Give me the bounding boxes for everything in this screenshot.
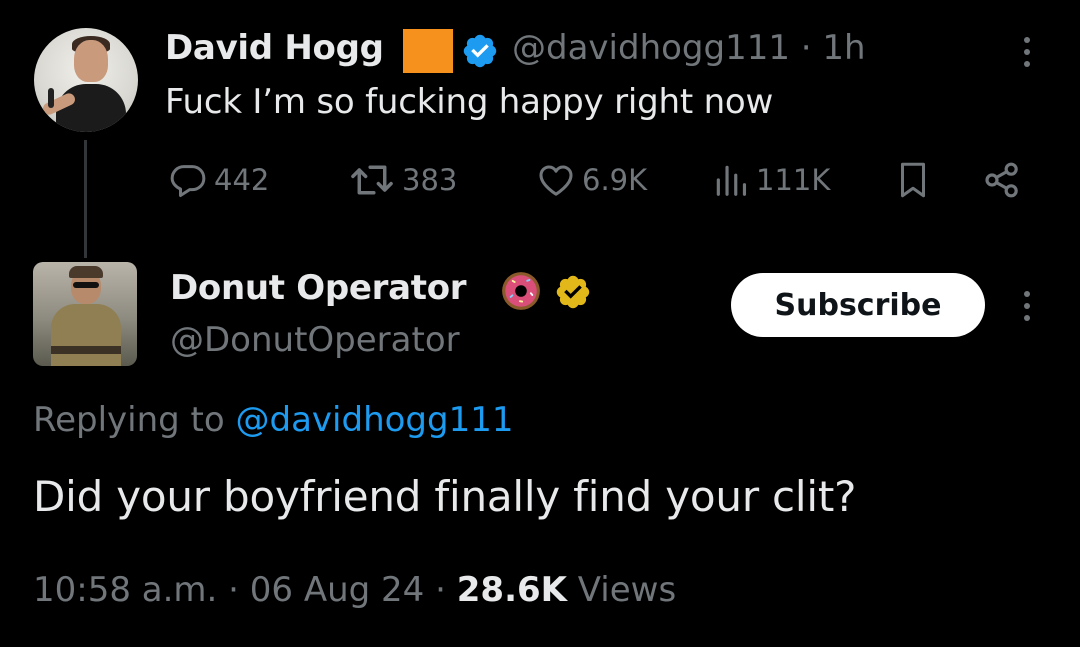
avatar-donut-operator[interactable] — [33, 262, 137, 366]
repost-count: 383 — [402, 163, 458, 197]
like-count: 6.9K — [582, 163, 648, 197]
views-button[interactable]: 111K — [712, 160, 830, 200]
share-button[interactable] — [980, 160, 1024, 200]
share-icon — [985, 162, 1018, 198]
flag-emoji-icon — [403, 29, 453, 73]
author-handle-and-time[interactable]: @davidhogg111 · 1h — [512, 28, 866, 68]
more-icon[interactable] — [1012, 32, 1042, 72]
reply-button[interactable]: 442 — [168, 160, 269, 200]
views-count: 28.6K — [456, 570, 567, 610]
reply-icon — [170, 165, 206, 197]
verified-gold-icon — [556, 275, 590, 309]
thread-line — [84, 140, 87, 258]
subscribe-button[interactable]: Subscribe — [731, 273, 985, 337]
avatar-david-hogg[interactable] — [34, 28, 138, 132]
like-button[interactable]: 6.9K — [536, 160, 647, 200]
replying-to: Replying to @davidhogg111 — [33, 400, 514, 440]
repost-button[interactable]: 383 — [348, 160, 457, 200]
donut-icon — [502, 272, 540, 310]
repost-icon — [351, 165, 393, 195]
more-icon[interactable] — [1012, 286, 1042, 326]
reply-text: Did your boyfriend finally find your cli… — [33, 472, 857, 521]
like-icon — [539, 165, 573, 196]
views-label: Views — [577, 570, 677, 610]
author-name[interactable]: David Hogg — [165, 28, 384, 68]
bookmark-button[interactable] — [895, 160, 931, 200]
verified-blue-icon — [463, 34, 497, 68]
reply-author-handle[interactable]: @DonutOperator — [170, 320, 460, 360]
reply-author-name[interactable]: Donut Operator — [170, 268, 467, 308]
tweet-text: Fuck I’m so fucking happy right now — [165, 82, 774, 122]
views-icon — [716, 165, 747, 196]
timestamp[interactable]: 10:58 a.m. · 06 Aug 24 · — [33, 570, 446, 610]
bookmark-icon — [901, 162, 925, 198]
reply-count: 442 — [214, 163, 270, 197]
view-count: 111K — [756, 163, 831, 197]
tweet-meta: 10:58 a.m. · 06 Aug 24 · 28.6K Views — [33, 570, 676, 610]
replying-mention-link[interactable]: @davidhogg111 — [236, 400, 514, 440]
